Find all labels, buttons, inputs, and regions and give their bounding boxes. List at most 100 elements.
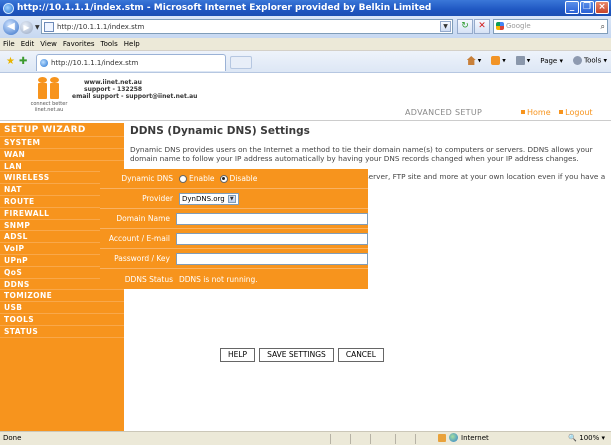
page-menu-label: Page	[540, 56, 558, 65]
page-content: connect better iinet.net.au www.iinet.ne…	[0, 73, 611, 431]
feeds-button[interactable]: ▾	[491, 56, 506, 65]
dynamic-dns-label: Dynamic DNS	[121, 174, 173, 183]
domain-name-input[interactable]	[176, 212, 368, 225]
iinet-logo	[37, 77, 61, 99]
tools-menu-label: Tools	[584, 56, 602, 65]
add-favorites-icon[interactable]: ✚	[19, 56, 27, 67]
contact-info: www.iinet.net.au support - 132258 email …	[72, 79, 197, 100]
provider-label: Provider	[142, 194, 173, 203]
zoom-level[interactable]: 🔍 100% ▾	[568, 434, 605, 442]
stop-button[interactable]: ✕	[474, 19, 490, 34]
disable-label: Disable	[229, 174, 258, 183]
password-row: Password / Key	[100, 249, 368, 269]
maximize-button[interactable]: ❐	[580, 1, 594, 14]
tools-menu[interactable]: Tools ▾	[573, 56, 607, 65]
status-row: DDNS Status DDNS is not running.	[100, 269, 368, 289]
page-menu[interactable]: Page ▾	[466, 56, 563, 138]
top-links: Home Logout	[521, 108, 599, 117]
status-text: Done	[3, 434, 22, 442]
provider-row: Provider DynDNS.org ▼	[100, 189, 368, 209]
protected-mode-icon	[438, 433, 446, 442]
tools-gear-icon	[573, 56, 582, 65]
ddns-status-label: DDNS Status	[124, 274, 173, 284]
dynamic-dns-row: Dynamic DNS Enable Disable	[100, 169, 368, 189]
enable-label: Enable	[189, 174, 215, 183]
window-titlebar: http://10.1.1.1/index.stm - Microsoft In…	[0, 0, 611, 16]
sidebar-item-setup-wizard[interactable]: SETUP WIZARD	[0, 123, 124, 137]
window-controls: _ ❐ ×	[565, 1, 609, 14]
provider-value: DynDNS.org	[182, 194, 225, 203]
account-row: Account / E-mail	[100, 229, 368, 249]
close-button[interactable]: ×	[595, 1, 609, 14]
logout-link[interactable]: Logout	[565, 108, 592, 117]
menu-favorites[interactable]: Favorites	[63, 40, 95, 48]
home-button[interactable]: ▾	[466, 56, 481, 65]
address-dropdown-icon[interactable]: ▼	[440, 21, 451, 32]
page-icon	[44, 21, 54, 32]
bullet-icon	[559, 110, 564, 114]
zone-label: Internet	[461, 433, 489, 442]
ddns-status-value: DDNS is not running.	[179, 274, 258, 284]
google-icon	[496, 22, 504, 30]
password-label: Password / Key	[114, 254, 170, 263]
menu-file[interactable]: File	[3, 40, 15, 48]
refresh-button[interactable]: ↻	[457, 19, 473, 34]
tab-page-icon	[40, 59, 48, 67]
sidebar-item-wan[interactable]: WAN	[0, 149, 124, 161]
section-title: ADVANCED SETUP	[405, 108, 483, 117]
sidebar-item-tools[interactable]: TOOLS	[0, 314, 124, 326]
home-link[interactable]: Home	[527, 108, 551, 117]
browser-tab[interactable]: http://10.1.1.1/index.stm	[36, 54, 226, 71]
print-icon	[515, 56, 525, 65]
tab-title: http://10.1.1.1/index.stm	[51, 59, 139, 67]
address-bar[interactable]: http://10.1.1.1/index.stm ▼	[41, 19, 453, 34]
command-bar: ▾ ▾ ▾ Page ▾ Tools ▾	[466, 56, 607, 138]
address-toolbar: ◀ ▶ ▼ http://10.1.1.1/index.stm ▼ ↻ ✕ Go…	[0, 16, 611, 38]
print-button[interactable]: ▾	[515, 56, 530, 65]
search-icon[interactable]: ⌕	[601, 20, 605, 33]
provider-select[interactable]: DynDNS.org ▼	[179, 192, 239, 205]
help-button[interactable]: HELP	[220, 348, 256, 362]
disable-radio-icon	[219, 174, 228, 183]
form-buttons: HELP SAVE SETTINGS CANCEL	[220, 348, 384, 362]
back-button[interactable]: ◀	[3, 19, 19, 35]
favorites-star-icon[interactable]: ★	[6, 56, 15, 67]
tab-bar: ★ ✚ http://10.1.1.1/index.stm ▾ ▾ ▾ Page…	[0, 51, 611, 138]
status-divider	[350, 434, 351, 444]
status-divider	[370, 434, 371, 444]
sidebar-item-tomizone[interactable]: TOMIZONE	[0, 290, 124, 303]
save-settings-button[interactable]: SAVE SETTINGS	[259, 348, 334, 362]
address-url[interactable]: http://10.1.1.1/index.stm	[57, 23, 144, 31]
sidebar-item-status[interactable]: STATUS	[0, 326, 124, 338]
disable-radio[interactable]: Disable	[219, 174, 258, 183]
account-email-input[interactable]	[176, 232, 368, 245]
sidebar-item-system[interactable]: SYSTEM	[0, 137, 124, 149]
chevron-down-icon: ▼	[227, 194, 236, 203]
menu-edit[interactable]: Edit	[21, 40, 35, 48]
bullet-icon	[521, 110, 525, 114]
search-input[interactable]: Google ⌕	[493, 19, 608, 34]
password-key-input[interactable]	[176, 252, 368, 265]
zoom-value: 100%	[579, 434, 600, 442]
globe-icon	[449, 433, 458, 442]
menu-help[interactable]: Help	[124, 40, 140, 48]
cancel-button[interactable]: CANCEL	[337, 348, 384, 362]
enable-radio-icon	[179, 174, 187, 183]
sidebar-item-usb[interactable]: USB	[0, 302, 124, 314]
history-dropdown-icon[interactable]: ▼	[35, 24, 40, 31]
logo-domain: iinet.net.au	[34, 107, 64, 113]
minimize-button[interactable]: _	[565, 1, 579, 14]
description-paragraph-1: Dynamic DNS provides users on the Intern…	[130, 145, 593, 164]
menu-view[interactable]: View	[40, 40, 57, 48]
menu-bar: File Edit View Favorites Tools Help	[0, 38, 611, 51]
support-phone: support - 132258	[84, 86, 143, 93]
menu-tools[interactable]: Tools	[101, 40, 118, 48]
home-icon	[466, 56, 476, 65]
status-divider	[395, 434, 396, 444]
security-zone[interactable]: Internet	[438, 433, 489, 442]
forward-button[interactable]: ▶	[20, 20, 33, 34]
website-text: www.iinet.net.au	[84, 79, 142, 86]
ie-icon	[3, 2, 14, 14]
enable-radio[interactable]: Enable	[179, 174, 215, 183]
new-tab-button[interactable]	[230, 56, 252, 69]
